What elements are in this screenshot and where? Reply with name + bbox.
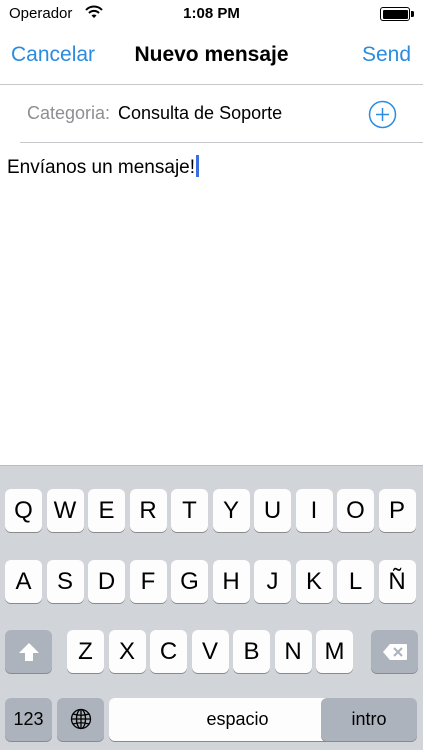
message-textarea[interactable]: Envíanos un mensaje!	[0, 143, 423, 465]
keyboard: 123 espacio intro QWERTYUIOPASDFGHJKLÑZX…	[0, 465, 423, 750]
backspace-key[interactable]	[371, 630, 418, 673]
key-n[interactable]: N	[274, 630, 312, 673]
key-q[interactable]: Q	[5, 489, 42, 532]
key-t[interactable]: T	[171, 489, 208, 532]
category-label: Categoria:	[27, 103, 111, 123]
message-text-value: Envíanos un mensaje!	[7, 157, 196, 178]
key-l[interactable]: L	[337, 560, 374, 603]
key-w[interactable]: W	[46, 489, 84, 532]
key-h[interactable]: H	[212, 560, 250, 603]
key-r[interactable]: R	[129, 489, 167, 532]
key-a[interactable]: A	[5, 560, 42, 603]
key-v[interactable]: V	[191, 630, 229, 673]
key-f[interactable]: F	[129, 560, 167, 603]
numbers-key[interactable]: 123	[5, 698, 52, 741]
key-e[interactable]: E	[88, 489, 125, 532]
key-i[interactable]: I	[295, 489, 333, 532]
key-s[interactable]: S	[46, 560, 84, 603]
clock: 1:08 PM	[183, 5, 240, 22]
message-text: Envíanos un mensaje!	[7, 155, 200, 179]
shift-key[interactable]	[5, 630, 52, 673]
shift-icon	[18, 643, 39, 661]
cancel-button[interactable]: Cancelar	[11, 43, 95, 67]
key-y[interactable]: Y	[212, 489, 250, 532]
key-b[interactable]: B	[233, 630, 270, 673]
key-k[interactable]: K	[295, 560, 333, 603]
key-j[interactable]: J	[254, 560, 291, 603]
key-z[interactable]: Z	[67, 630, 104, 673]
key-p[interactable]: P	[378, 489, 416, 532]
key-o[interactable]: O	[337, 489, 374, 532]
key-x[interactable]: X	[108, 630, 146, 673]
text-caret	[196, 155, 200, 177]
add-circle-icon[interactable]	[368, 100, 397, 129]
status-bar: Operador 1:08 PM	[0, 0, 423, 29]
key-ñ[interactable]: Ñ	[378, 560, 416, 603]
category-row[interactable]: Categoria: Consulta de Soporte	[0, 85, 423, 143]
key-g[interactable]: G	[171, 560, 208, 603]
key-d[interactable]: D	[88, 560, 125, 603]
globe-icon	[70, 708, 91, 730]
globe-key[interactable]	[57, 698, 104, 741]
return-key[interactable]: intro	[321, 698, 417, 741]
key-m[interactable]: M	[316, 630, 353, 673]
key-u[interactable]: U	[254, 489, 291, 532]
battery-icon	[380, 7, 414, 21]
key-c[interactable]: C	[150, 630, 187, 673]
category-value[interactable]: Consulta de Soporte	[118, 103, 282, 124]
nav-bar: Cancelar Nuevo mensaje Send	[0, 29, 423, 85]
backspace-icon	[382, 644, 407, 660]
send-button[interactable]: Send	[362, 43, 411, 67]
